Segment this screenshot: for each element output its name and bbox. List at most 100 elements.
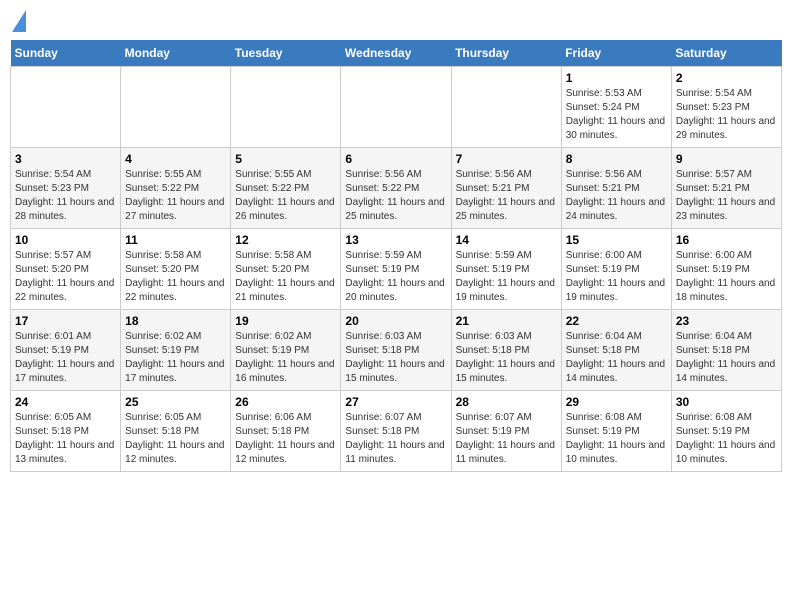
day-detail: Sunrise: 6:07 AMSunset: 5:18 PMDaylight:…	[345, 411, 446, 467]
day-number: 5	[235, 152, 336, 166]
day-detail: Sunrise: 6:02 AMSunset: 5:19 PMDaylight:…	[125, 330, 226, 386]
calendar-cell: 1 Sunrise: 5:53 AMSunset: 5:24 PMDaylight…	[561, 67, 671, 148]
day-number: 22	[566, 314, 667, 328]
day-detail: Sunrise: 6:05 AMSunset: 5:18 PMDaylight:…	[125, 411, 226, 467]
day-detail: Sunrise: 6:03 AMSunset: 5:18 PMDaylight:…	[456, 330, 557, 386]
day-detail: Sunrise: 5:59 AMSunset: 5:19 PMDaylight:…	[345, 249, 446, 305]
page-header	[10, 10, 782, 32]
calendar-cell: 30 Sunrise: 6:08 AMSunset: 5:19 PMDayligh…	[671, 391, 781, 472]
day-number: 18	[125, 314, 226, 328]
day-detail: Sunrise: 6:06 AMSunset: 5:18 PMDaylight:…	[235, 411, 336, 467]
calendar-week-row: 1 Sunrise: 5:53 AMSunset: 5:24 PMDaylight…	[11, 67, 782, 148]
weekday-header-friday: Friday	[561, 40, 671, 67]
calendar-cell: 2 Sunrise: 5:54 AMSunset: 5:23 PMDaylight…	[671, 67, 781, 148]
calendar-cell: 29Sunrise: 6:08 AMSunset: 5:19 PMDayligh…	[561, 391, 671, 472]
day-detail: Sunrise: 5:54 AMSunset: 5:23 PMDaylight:…	[15, 168, 116, 224]
day-detail: Sunrise: 5:56 AMSunset: 5:21 PMDaylight:…	[456, 168, 557, 224]
day-number: 25	[125, 395, 226, 409]
day-detail: Sunrise: 5:56 AMSunset: 5:22 PMDaylight:…	[345, 168, 446, 224]
day-number: 19	[235, 314, 336, 328]
day-number: 30	[676, 395, 777, 409]
calendar-header-row: SundayMondayTuesdayWednesdayThursdayFrid…	[11, 40, 782, 67]
day-detail: Sunrise: 6:03 AMSunset: 5:18 PMDaylight:…	[345, 330, 446, 386]
day-detail: Sunrise: 5:56 AMSunset: 5:21 PMDaylight:…	[566, 168, 667, 224]
day-detail: Sunrise: 6:01 AMSunset: 5:19 PMDaylight:…	[15, 330, 116, 386]
calendar-cell: 11Sunrise: 5:58 AMSunset: 5:20 PMDayligh…	[121, 229, 231, 310]
day-number: 21	[456, 314, 557, 328]
day-number: 12	[235, 233, 336, 247]
day-number: 11	[125, 233, 226, 247]
calendar-cell: 18 Sunrise: 6:02 AMSunset: 5:19 PMDayligh…	[121, 310, 231, 391]
calendar-cell: 16Sunrise: 6:00 AMSunset: 5:19 PMDayligh…	[671, 229, 781, 310]
calendar-cell: 27 Sunrise: 6:07 AMSunset: 5:18 PMDayligh…	[341, 391, 451, 472]
day-number: 15	[566, 233, 667, 247]
calendar-week-row: 10Sunrise: 5:57 AMSunset: 5:20 PMDayligh…	[11, 229, 782, 310]
calendar-cell: 19 Sunrise: 6:02 AMSunset: 5:19 PMDayligh…	[231, 310, 341, 391]
calendar-cell: 12 Sunrise: 5:58 AMSunset: 5:20 PMDayligh…	[231, 229, 341, 310]
calendar-cell: 14 Sunrise: 5:59 AMSunset: 5:19 PMDayligh…	[451, 229, 561, 310]
calendar-cell: 17 Sunrise: 6:01 AMSunset: 5:19 PMDayligh…	[11, 310, 121, 391]
day-detail: Sunrise: 6:00 AMSunset: 5:19 PMDaylight:…	[566, 249, 667, 305]
day-number: 7	[456, 152, 557, 166]
day-number: 10	[15, 233, 116, 247]
calendar-cell: 3 Sunrise: 5:54 AMSunset: 5:23 PMDaylight…	[11, 148, 121, 229]
day-number: 13	[345, 233, 446, 247]
calendar-cell: 7 Sunrise: 5:56 AMSunset: 5:21 PMDaylight…	[451, 148, 561, 229]
calendar-cell: 22Sunrise: 6:04 AMSunset: 5:18 PMDayligh…	[561, 310, 671, 391]
day-detail: Sunrise: 5:54 AMSunset: 5:23 PMDaylight:…	[676, 87, 777, 143]
weekday-header-sunday: Sunday	[11, 40, 121, 67]
day-number: 4	[125, 152, 226, 166]
day-number: 27	[345, 395, 446, 409]
day-detail: Sunrise: 6:07 AMSunset: 5:19 PMDaylight:…	[456, 411, 557, 467]
calendar-cell: 26 Sunrise: 6:06 AMSunset: 5:18 PMDayligh…	[231, 391, 341, 472]
calendar-cell	[11, 67, 121, 148]
day-number: 17	[15, 314, 116, 328]
calendar-cell: 9 Sunrise: 5:57 AMSunset: 5:21 PMDaylight…	[671, 148, 781, 229]
day-detail: Sunrise: 6:08 AMSunset: 5:19 PMDaylight:…	[676, 411, 777, 467]
calendar-week-row: 24 Sunrise: 6:05 AMSunset: 5:18 PMDayligh…	[11, 391, 782, 472]
calendar-week-row: 17 Sunrise: 6:01 AMSunset: 5:19 PMDayligh…	[11, 310, 782, 391]
logo	[10, 10, 26, 32]
weekday-header-saturday: Saturday	[671, 40, 781, 67]
calendar-cell: 15 Sunrise: 6:00 AMSunset: 5:19 PMDayligh…	[561, 229, 671, 310]
calendar-table: SundayMondayTuesdayWednesdayThursdayFrid…	[10, 40, 782, 472]
day-number: 28	[456, 395, 557, 409]
calendar-cell: 20 Sunrise: 6:03 AMSunset: 5:18 PMDayligh…	[341, 310, 451, 391]
day-detail: Sunrise: 6:04 AMSunset: 5:18 PMDaylight:…	[676, 330, 777, 386]
calendar-cell: 6Sunrise: 5:56 AMSunset: 5:22 PMDaylight…	[341, 148, 451, 229]
day-detail: Sunrise: 5:58 AMSunset: 5:20 PMDaylight:…	[235, 249, 336, 305]
weekday-header-monday: Monday	[121, 40, 231, 67]
day-number: 8	[566, 152, 667, 166]
day-number: 3	[15, 152, 116, 166]
day-number: 20	[345, 314, 446, 328]
logo-triangle-icon	[12, 10, 26, 32]
day-number: 29	[566, 395, 667, 409]
day-detail: Sunrise: 5:53 AMSunset: 5:24 PMDaylight:…	[566, 87, 667, 143]
day-detail: Sunrise: 5:59 AMSunset: 5:19 PMDaylight:…	[456, 249, 557, 305]
calendar-cell: 4 Sunrise: 5:55 AMSunset: 5:22 PMDaylight…	[121, 148, 231, 229]
calendar-cell: 10Sunrise: 5:57 AMSunset: 5:20 PMDayligh…	[11, 229, 121, 310]
calendar-cell: 24Sunrise: 6:05 AMSunset: 5:18 PMDayligh…	[11, 391, 121, 472]
day-number: 9	[676, 152, 777, 166]
day-detail: Sunrise: 5:57 AMSunset: 5:21 PMDaylight:…	[676, 168, 777, 224]
calendar-cell: 21 Sunrise: 6:03 AMSunset: 5:18 PMDayligh…	[451, 310, 561, 391]
day-number: 2	[676, 71, 777, 85]
day-number: 14	[456, 233, 557, 247]
calendar-cell: 28 Sunrise: 6:07 AMSunset: 5:19 PMDayligh…	[451, 391, 561, 472]
day-number: 24	[15, 395, 116, 409]
day-detail: Sunrise: 5:55 AMSunset: 5:22 PMDaylight:…	[235, 168, 336, 224]
weekday-header-tuesday: Tuesday	[231, 40, 341, 67]
day-detail: Sunrise: 6:02 AMSunset: 5:19 PMDaylight:…	[235, 330, 336, 386]
day-number: 26	[235, 395, 336, 409]
calendar-week-row: 3 Sunrise: 5:54 AMSunset: 5:23 PMDaylight…	[11, 148, 782, 229]
calendar-cell: 23 Sunrise: 6:04 AMSunset: 5:18 PMDayligh…	[671, 310, 781, 391]
day-detail: Sunrise: 5:55 AMSunset: 5:22 PMDaylight:…	[125, 168, 226, 224]
day-detail: Sunrise: 6:00 AMSunset: 5:19 PMDaylight:…	[676, 249, 777, 305]
calendar-cell	[451, 67, 561, 148]
calendar-cell: 8 Sunrise: 5:56 AMSunset: 5:21 PMDaylight…	[561, 148, 671, 229]
day-number: 1	[566, 71, 667, 85]
calendar-cell: 5 Sunrise: 5:55 AMSunset: 5:22 PMDaylight…	[231, 148, 341, 229]
calendar-cell	[341, 67, 451, 148]
weekday-header-wednesday: Wednesday	[341, 40, 451, 67]
day-number: 23	[676, 314, 777, 328]
